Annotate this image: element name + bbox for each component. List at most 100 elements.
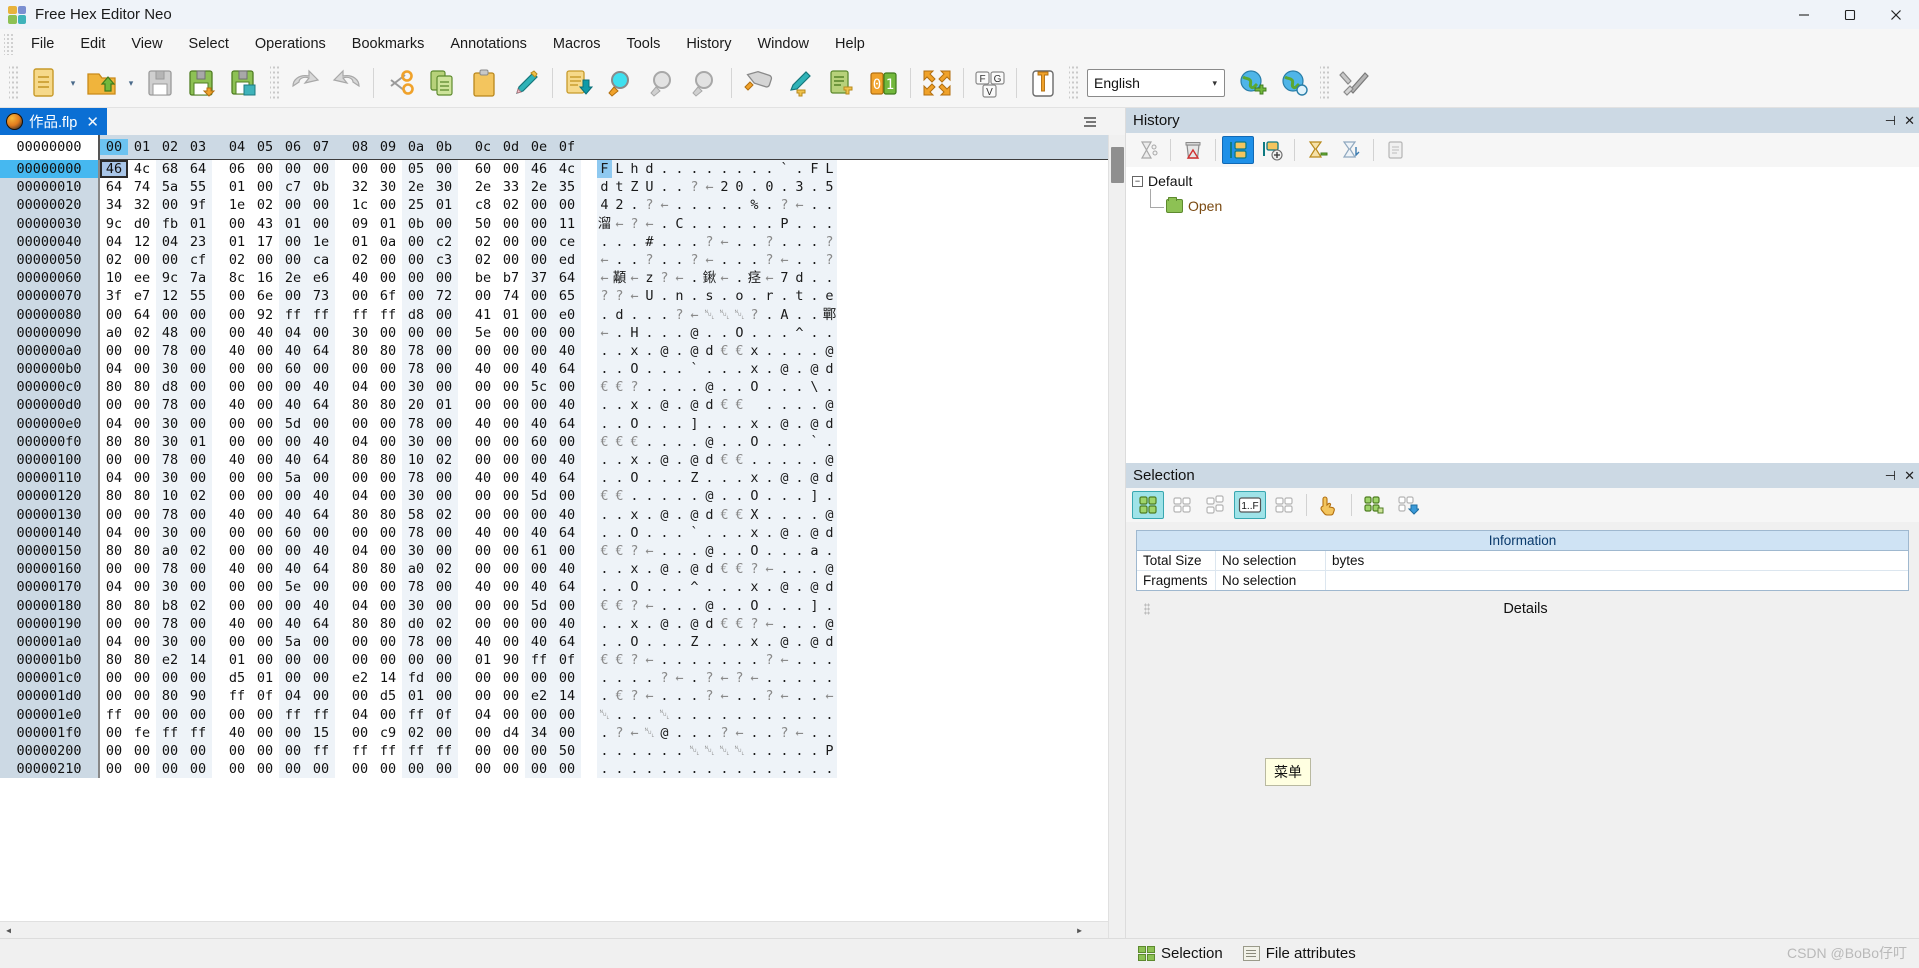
ascii-char[interactable]: . — [792, 414, 807, 433]
hex-byte[interactable]: 00 — [223, 524, 251, 542]
hex-byte[interactable]: 40 — [469, 415, 497, 433]
hex-byte[interactable]: 02 — [469, 233, 497, 251]
hex-byte[interactable]: 00 — [346, 724, 374, 742]
hex-column-02[interactable]: 02 — [156, 139, 184, 155]
hex-byte[interactable]: 00 — [497, 378, 525, 396]
hex-byte[interactable]: 01 — [223, 178, 251, 196]
ascii-char[interactable]: ` — [687, 523, 702, 542]
hex-byte[interactable]: 00 — [374, 469, 402, 487]
ascii-char[interactable]: . — [822, 541, 837, 561]
ascii-char[interactable]: . — [807, 705, 822, 724]
language-search-button[interactable] — [1273, 63, 1315, 103]
hex-byte[interactable]: 00 — [374, 269, 402, 287]
ascii-char[interactable]: ` — [687, 360, 702, 379]
compare-button[interactable] — [916, 63, 958, 103]
ascii-char[interactable]: \ — [807, 378, 822, 397]
hex-row-address[interactable]: 000001f0 — [0, 723, 100, 742]
ascii-char[interactable]: @ — [807, 578, 822, 597]
hex-byte[interactable]: 00 — [374, 633, 402, 651]
ascii-char[interactable]: . — [687, 669, 702, 688]
ascii-char[interactable]: . — [672, 705, 687, 724]
language-select[interactable]: English ▾ — [1087, 69, 1225, 97]
hex-row-address[interactable]: 000000a0 — [0, 341, 100, 361]
hex-byte[interactable]: 00 — [525, 323, 553, 342]
hex-byte[interactable]: b7 — [497, 269, 525, 287]
ascii-char[interactable]: ← — [612, 214, 627, 233]
hex-byte[interactable]: 04 — [469, 706, 497, 724]
hex-byte[interactable]: 02 — [184, 541, 212, 561]
ascii-char[interactable]: @ — [687, 614, 702, 633]
hex-byte[interactable]: 40 — [279, 396, 307, 415]
ascii-char[interactable]: ? — [717, 723, 732, 742]
hex-byte[interactable]: e2 — [346, 669, 374, 687]
find-next-button[interactable] — [642, 63, 684, 103]
hex-byte[interactable]: 00 — [184, 341, 212, 361]
sort-button[interactable] — [1335, 136, 1367, 164]
close-button[interactable] — [1873, 0, 1919, 29]
hex-byte[interactable]: 80 — [100, 542, 128, 560]
hex-byte[interactable]: 40 — [279, 560, 307, 579]
hex-byte[interactable]: 40 — [525, 469, 553, 488]
hex-byte[interactable]: 41 — [469, 306, 497, 324]
hex-byte[interactable]: e2 — [156, 651, 184, 670]
ascii-char[interactable]: . — [657, 305, 672, 324]
ascii-char[interactable]: ← — [627, 269, 642, 288]
hex-row-address[interactable]: 000000c0 — [0, 378, 100, 397]
hex-row-address[interactable]: 00000060 — [0, 269, 100, 288]
pin-icon[interactable]: ⊣ — [1885, 468, 1896, 484]
hex-byte[interactable]: 00 — [497, 597, 525, 615]
clear-history-button[interactable] — [1177, 136, 1209, 164]
hex-byte[interactable]: 00 — [374, 196, 402, 214]
ascii-char[interactable]: ␀ — [687, 742, 702, 761]
menu-annotations[interactable]: Annotations — [437, 31, 540, 57]
ascii-char[interactable]: € — [597, 432, 612, 451]
hex-byte[interactable]: 00 — [374, 487, 402, 505]
ascii-char[interactable]: . — [672, 614, 687, 633]
hex-row-address[interactable]: 00000050 — [0, 250, 100, 270]
hex-byte[interactable]: 0f — [251, 687, 279, 705]
hex-byte[interactable]: 04 — [279, 323, 307, 342]
hex-byte[interactable]: 02 — [469, 251, 497, 269]
hex-byte[interactable]: 40 — [307, 596, 335, 615]
hex-byte[interactable]: 64 — [553, 360, 581, 379]
hex-column-08[interactable]: 08 — [346, 139, 374, 155]
ascii-char[interactable]: . — [672, 360, 687, 379]
ascii-char[interactable]: 7 — [777, 269, 792, 288]
hex-byte[interactable]: 00 — [279, 651, 307, 670]
ascii-char[interactable]: . — [687, 705, 702, 724]
ascii-char[interactable]: . — [672, 341, 687, 361]
hex-byte[interactable]: 00 — [307, 687, 335, 706]
hex-byte[interactable]: 04 — [100, 233, 128, 251]
hex-row-address[interactable]: 000001e0 — [0, 705, 100, 724]
hex-byte[interactable]: 01 — [223, 233, 251, 251]
hex-byte[interactable]: 10 — [402, 451, 430, 470]
hex-byte[interactable]: 00 — [251, 506, 279, 524]
ascii-char[interactable]: . — [642, 396, 657, 415]
ascii-char[interactable]: . — [627, 196, 642, 215]
hex-byte[interactable]: 00 — [279, 723, 307, 742]
settings-button[interactable] — [1334, 63, 1376, 103]
ascii-char[interactable]: ␀ — [717, 742, 732, 761]
ascii-char[interactable]: ␀ — [702, 742, 717, 761]
ascii-char[interactable]: ← — [732, 723, 747, 742]
ascii-char[interactable]: . — [657, 742, 672, 761]
ascii-char[interactable]: . — [732, 705, 747, 724]
hex-row-ascii[interactable]: .. x. @. @ d € €..... @ — [597, 451, 837, 470]
ascii-char[interactable]: . — [747, 160, 762, 179]
hex-byte[interactable]: 00 — [184, 469, 212, 488]
ascii-char[interactable]: ␀ — [702, 305, 717, 324]
hex-byte[interactable]: 00 — [251, 742, 279, 760]
ascii-char[interactable]: € — [597, 487, 612, 506]
hex-byte[interactable]: 00 — [156, 760, 184, 779]
hex-byte[interactable]: 40 — [307, 378, 335, 397]
ascii-char[interactable]: . — [777, 323, 792, 342]
hex-byte[interactable]: 35 — [553, 178, 581, 197]
ascii-char[interactable]: O — [627, 414, 642, 433]
hex-byte[interactable]: 65 — [553, 287, 581, 306]
hex-byte[interactable]: 00 — [128, 506, 156, 524]
hex-byte[interactable]: 00 — [374, 324, 402, 342]
hex-byte[interactable]: 00 — [374, 760, 402, 778]
ascii-char[interactable]: . — [792, 596, 807, 615]
ascii-char[interactable]: . — [777, 760, 792, 779]
ascii-char[interactable]: ← — [642, 214, 657, 233]
